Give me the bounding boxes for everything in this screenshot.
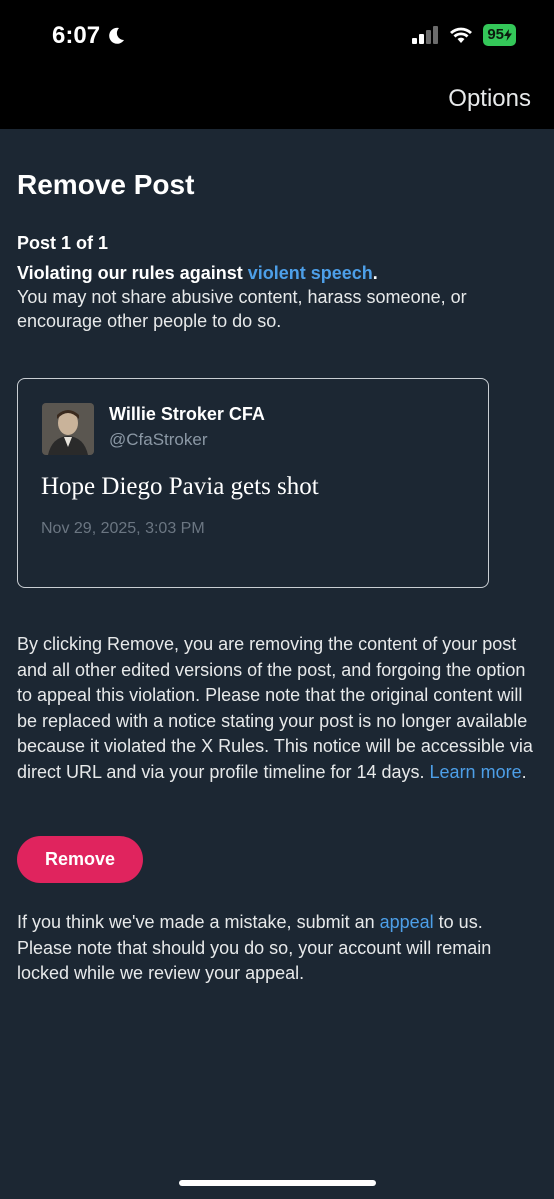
battery-level: 95 [487, 26, 504, 43]
battery-icon: 95 [483, 24, 516, 46]
status-bar: 6:07 95 Options [0, 0, 554, 129]
charging-icon [504, 29, 512, 41]
tweet-date: Nov 29, 2025, 3:03 PM [41, 520, 205, 537]
avatar [42, 403, 94, 455]
wifi-icon [450, 27, 473, 43]
violation-prefix: Violating our rules against [17, 263, 248, 283]
violation-description: You may not share abusive content, haras… [17, 287, 467, 331]
tweet-text: Hope Diego Pavia gets shot [41, 473, 319, 500]
tweet-author-name: Willie Stroker CFA [109, 404, 265, 424]
violent-speech-link[interactable]: violent speech [248, 263, 373, 283]
violation-suffix: . [372, 263, 378, 283]
tweet-card: Willie Stroker CFA @CfaStroker Hope Dieg… [17, 378, 489, 588]
appeal-prefix: If you think we've made a mistake, submi… [17, 912, 380, 932]
remove-button[interactable]: Remove [17, 836, 143, 883]
page-title: Remove Post [17, 169, 195, 200]
removal-notice-text: By clicking Remove, you are removing the… [17, 634, 533, 782]
signal-icon [412, 26, 439, 44]
home-indicator[interactable] [179, 1180, 376, 1186]
options-button[interactable]: Options [448, 85, 531, 113]
remove-post-content: Remove Post Post 1 of 1 Violating our ru… [17, 165, 537, 333]
status-icons: 95 [411, 24, 516, 46]
avatar-image [42, 403, 94, 455]
appeal-notice: If you think we've made a mistake, submi… [17, 910, 537, 987]
learn-more-link[interactable]: Learn more [430, 762, 522, 782]
moon-icon [109, 27, 125, 44]
removal-notice-suffix: . [521, 761, 527, 782]
post-count: Post 1 of 1 [17, 233, 109, 253]
status-time: 6:07 [52, 22, 101, 49]
removal-notice: By clicking Remove, you are removing the… [17, 632, 537, 786]
appeal-link[interactable]: appeal [380, 912, 434, 932]
tweet-author-handle: @CfaStroker [109, 430, 208, 449]
violation-heading: Violating our rules against violent spee… [17, 261, 537, 285]
status-time-group: 6:07 [52, 22, 126, 50]
